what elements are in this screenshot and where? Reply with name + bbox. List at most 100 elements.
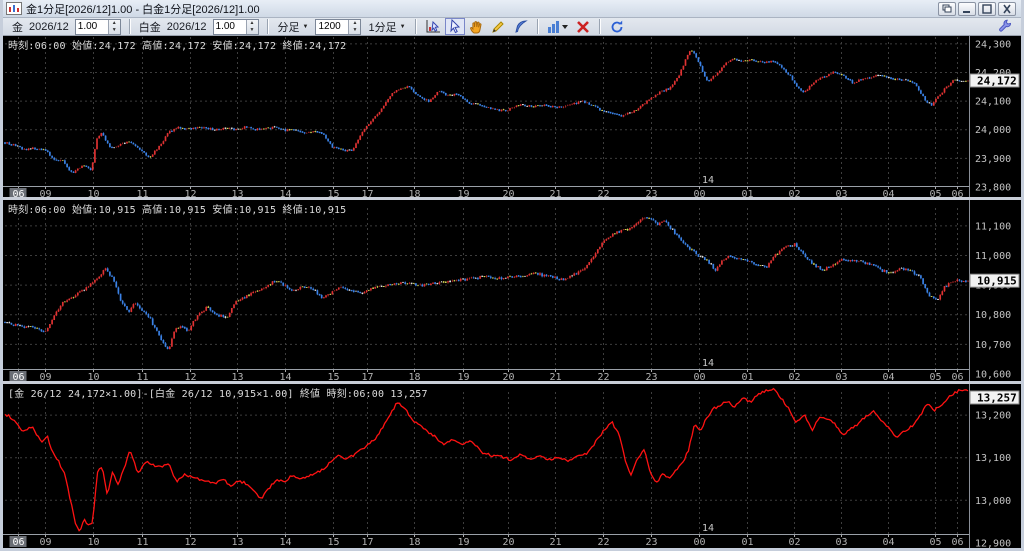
window-title: 金1分足[2026/12]1.00 - 白金1分足[2026/12]1.00 bbox=[26, 3, 260, 16]
indicator-dropdown-button[interactable] bbox=[545, 18, 571, 35]
x-axis-label: 12 bbox=[184, 537, 196, 548]
interval-dropdown[interactable]: 1分足 ▼ bbox=[368, 19, 405, 35]
x-axis-label: 09 bbox=[39, 537, 51, 548]
x-axis-label: 04 bbox=[882, 537, 894, 548]
interval-label: 1分足 bbox=[368, 21, 397, 34]
x-axis-label: 02 bbox=[788, 537, 800, 548]
app-icon bbox=[6, 2, 22, 15]
x-axis-label: 03 bbox=[835, 537, 847, 548]
gold-multiplier-stepper: ▲ ▼ bbox=[74, 18, 121, 35]
spin-down-icon[interactable]: ▼ bbox=[349, 27, 360, 34]
quill-icon bbox=[514, 19, 528, 33]
x-axis-label: 06 bbox=[951, 537, 963, 548]
date-marker: 14 bbox=[702, 523, 714, 534]
y-axis-label: 10,800 bbox=[975, 310, 1011, 321]
layered-windows-icon bbox=[942, 4, 952, 12]
y-axis-label: 24,100 bbox=[975, 97, 1011, 108]
titlebar: 金1分足[2026/12]1.00 - 白金1分足[2026/12]1.00 bbox=[3, 0, 1021, 18]
platinum-multiplier-input[interactable] bbox=[213, 19, 246, 34]
x-axis-label: 06 bbox=[12, 537, 24, 548]
date-marker: 14 bbox=[702, 175, 714, 186]
x-axis-label: 13 bbox=[231, 537, 243, 548]
x-axis-label: 20 bbox=[502, 537, 514, 548]
minimize-button[interactable] bbox=[958, 1, 976, 16]
toolbar-separator bbox=[266, 19, 269, 34]
spin-up-icon[interactable]: ▲ bbox=[349, 20, 360, 27]
x-axis-label: 11 bbox=[136, 537, 148, 548]
chevron-down-icon: ▼ bbox=[399, 23, 406, 30]
gold-multiplier-input[interactable] bbox=[75, 19, 108, 34]
y-axis-label: 23,900 bbox=[975, 154, 1011, 165]
x-axis-label: 21 bbox=[549, 537, 561, 548]
close-button[interactable] bbox=[998, 1, 1016, 16]
y-axis-label: 24,000 bbox=[975, 125, 1011, 136]
draw-line-button[interactable] bbox=[489, 18, 509, 35]
spin-up-icon[interactable]: ▲ bbox=[247, 20, 258, 27]
y-axis-label: 24,300 bbox=[975, 39, 1011, 50]
y-axis-label: 23,800 bbox=[975, 183, 1011, 194]
maximize-icon bbox=[982, 3, 992, 14]
pan-tool-button[interactable] bbox=[467, 18, 487, 35]
y-axis-label: 13,100 bbox=[975, 453, 1011, 464]
bar-type-label: 分足 bbox=[277, 21, 300, 34]
y-axis-label: 10,700 bbox=[975, 340, 1011, 351]
bar-chart-icon bbox=[547, 20, 568, 33]
gold-label: 金 bbox=[12, 21, 23, 34]
x-axis-label: 22 bbox=[597, 537, 609, 548]
spin-down-icon[interactable]: ▼ bbox=[247, 27, 258, 34]
x-axis-label: 18 bbox=[408, 537, 420, 548]
spin-down-icon[interactable]: ▼ bbox=[109, 27, 120, 34]
spin-up-icon[interactable]: ▲ bbox=[109, 20, 120, 27]
gold-contract: 2026/12 bbox=[29, 20, 69, 33]
bar-count-stepper: ▲ ▼ bbox=[315, 18, 362, 35]
spread-last-price: 13,257 bbox=[977, 392, 1017, 405]
x-axis-label: 14 bbox=[279, 537, 291, 548]
app-window: 金1分足[2026/12]1.00 - 白金1分足[2026/12]1.00 金… bbox=[0, 0, 1024, 551]
x-axis-label: 10 bbox=[87, 537, 99, 548]
refresh-icon bbox=[611, 20, 622, 32]
toolbar-separator bbox=[536, 19, 539, 34]
annotate-button[interactable] bbox=[511, 18, 531, 35]
toolbar-separator bbox=[128, 19, 131, 34]
new-window-button[interactable] bbox=[938, 1, 956, 16]
hand-icon bbox=[469, 20, 482, 33]
wrench-icon bbox=[999, 19, 1012, 32]
panel-separator bbox=[3, 197, 1021, 200]
x-axis-label: 05 bbox=[929, 537, 941, 548]
panel-separator bbox=[3, 381, 1021, 384]
minimize-icon bbox=[963, 10, 970, 13]
refresh-button[interactable] bbox=[607, 18, 627, 35]
charts-svg[interactable]: 06 09 10 11 12 13 14 15 17 18 19 20 21 22 23 00 01 02 03 04… bbox=[3, 36, 1021, 548]
chart-cursor-icon bbox=[426, 19, 440, 32]
x-axis-label: 01 bbox=[741, 537, 753, 548]
platinum-multiplier-stepper: ▲ ▼ bbox=[212, 18, 259, 35]
x-axis-label: 23 bbox=[645, 537, 657, 548]
x-axis-label: 00 bbox=[693, 537, 705, 548]
chevron-down-icon: ▼ bbox=[302, 23, 309, 30]
delete-drawings-button[interactable] bbox=[573, 18, 593, 35]
select-tool-button[interactable] bbox=[444, 18, 465, 35]
red-x-icon bbox=[576, 20, 589, 33]
y-axis-label: 13,200 bbox=[975, 411, 1011, 422]
window-controls bbox=[938, 1, 1021, 16]
date-marker: 14 bbox=[702, 358, 714, 369]
platinum-last-price: 10,915 bbox=[977, 275, 1017, 288]
x-axis-label: 19 bbox=[457, 537, 469, 548]
y-axis-label: 13,000 bbox=[975, 496, 1011, 507]
chart-area[interactable]: 06 09 10 11 12 13 14 15 17 18 19 20 21 22 23 00 01 02 03 04… bbox=[3, 36, 1021, 548]
settings-button[interactable] bbox=[995, 18, 1015, 35]
gold-last-price: 24,172 bbox=[977, 75, 1017, 88]
maximize-button[interactable] bbox=[978, 1, 996, 16]
toolbar-separator bbox=[598, 19, 601, 34]
chart-mode-button[interactable] bbox=[423, 18, 443, 35]
x-axis-label: 17 bbox=[361, 537, 373, 548]
bar-count-input[interactable] bbox=[316, 19, 349, 34]
toolbar-separator bbox=[414, 19, 417, 34]
x-axis-label: 15 bbox=[327, 537, 339, 548]
platinum-label: 白金 bbox=[138, 21, 161, 34]
platinum-contract: 2026/12 bbox=[166, 20, 207, 33]
bar-type-dropdown[interactable]: 分足 ▼ bbox=[278, 19, 309, 35]
y-axis-label: 11,000 bbox=[975, 251, 1011, 262]
y-axis-label: 11,100 bbox=[975, 221, 1011, 232]
y-axis-label: 10,600 bbox=[975, 369, 1011, 380]
